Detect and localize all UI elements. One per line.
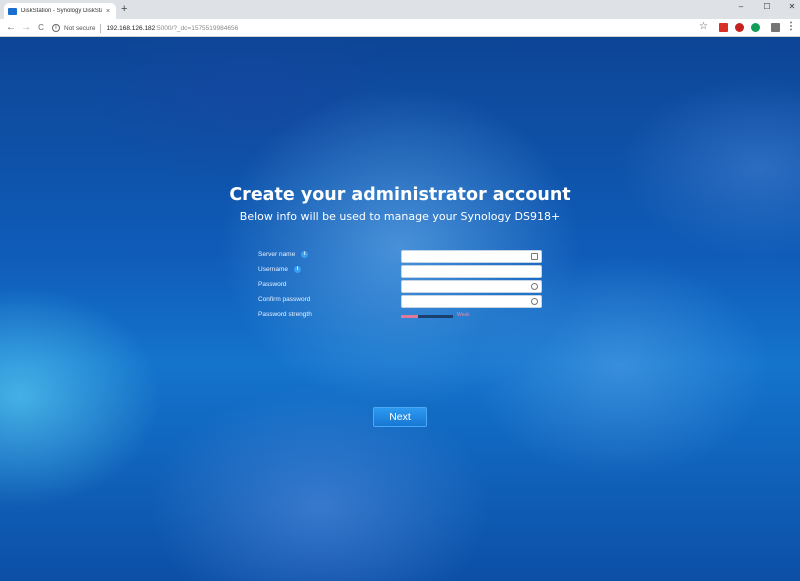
server-name-input[interactable] xyxy=(401,250,542,263)
info-icon[interactable]: i xyxy=(293,266,301,273)
minimize-icon[interactable]: – xyxy=(735,2,747,11)
confirm-password-input[interactable] xyxy=(401,295,542,308)
close-window-icon[interactable]: ✕ xyxy=(786,2,798,11)
page-title: Create your administrator account xyxy=(229,185,571,205)
eye-icon[interactable] xyxy=(531,283,538,290)
password-input[interactable] xyxy=(401,280,542,293)
eye-icon[interactable] xyxy=(531,298,538,305)
grammarly-icon[interactable] xyxy=(751,23,760,32)
confirm-password-row: Confirm password xyxy=(258,295,542,308)
username-input[interactable] xyxy=(401,265,542,278)
server-name-label: Server name i xyxy=(258,251,309,258)
tab-close-icon[interactable]: × xyxy=(104,8,112,15)
page-subtitle: Below info will be used to manage your S… xyxy=(239,210,561,223)
site-info-icon[interactable]: i xyxy=(52,24,60,32)
browser-titlebar: DiskStation - Synology DiskStati × + – ☐… xyxy=(0,0,800,19)
password-strength-row: Password strength Weak xyxy=(258,310,542,323)
url-path: :5000/?_dc=1575519984656 xyxy=(155,24,239,32)
new-tab-button[interactable]: + xyxy=(121,3,127,15)
security-label: Not secure xyxy=(64,24,96,32)
address-bar[interactable]: i Not secure 192.168.126.182 :5000/?_dc=… xyxy=(52,21,692,35)
next-button[interactable]: Next xyxy=(373,407,427,427)
password-strength-fill xyxy=(401,315,419,318)
url-host: 192.168.126.182 xyxy=(106,24,156,32)
server-name-row: Server name i xyxy=(258,250,542,263)
server-name-label-text: Server name xyxy=(258,251,296,258)
info-icon[interactable]: i xyxy=(301,251,309,258)
synology-favicon-icon xyxy=(8,7,17,15)
password-strength-label: Password strength xyxy=(258,311,312,318)
extension-icon[interactable] xyxy=(735,23,744,32)
extension-icon[interactable] xyxy=(771,23,780,32)
back-button[interactable]: ← xyxy=(5,21,17,35)
password-row: Password xyxy=(258,280,542,293)
password-strength-value: Weak xyxy=(457,312,470,318)
setup-page: Create your administrator account Below … xyxy=(0,37,800,581)
password-label: Password xyxy=(258,281,287,288)
browser-toolbar: ← → C i Not secure 192.168.126.182 :5000… xyxy=(0,19,800,37)
bookmark-star-icon[interactable]: ☆ xyxy=(699,21,708,32)
reload-button[interactable]: C xyxy=(35,21,47,35)
confirm-password-label: Confirm password xyxy=(258,296,311,303)
forward-button[interactable]: → xyxy=(20,21,32,35)
username-label: Username i xyxy=(258,266,301,273)
browser-menu-icon[interactable]: ⋮ xyxy=(786,21,796,32)
maximize-icon[interactable]: ☐ xyxy=(761,2,773,11)
tab-title: DiskStation - Synology DiskStati xyxy=(21,8,102,14)
username-row: Username i xyxy=(258,265,542,278)
id-card-icon xyxy=(531,253,538,260)
password-strength-meter xyxy=(401,315,453,318)
url-divider xyxy=(100,23,102,33)
browser-tab[interactable]: DiskStation - Synology DiskStati × xyxy=(4,3,116,19)
extension-icon[interactable] xyxy=(719,23,728,32)
username-label-text: Username xyxy=(258,266,288,273)
